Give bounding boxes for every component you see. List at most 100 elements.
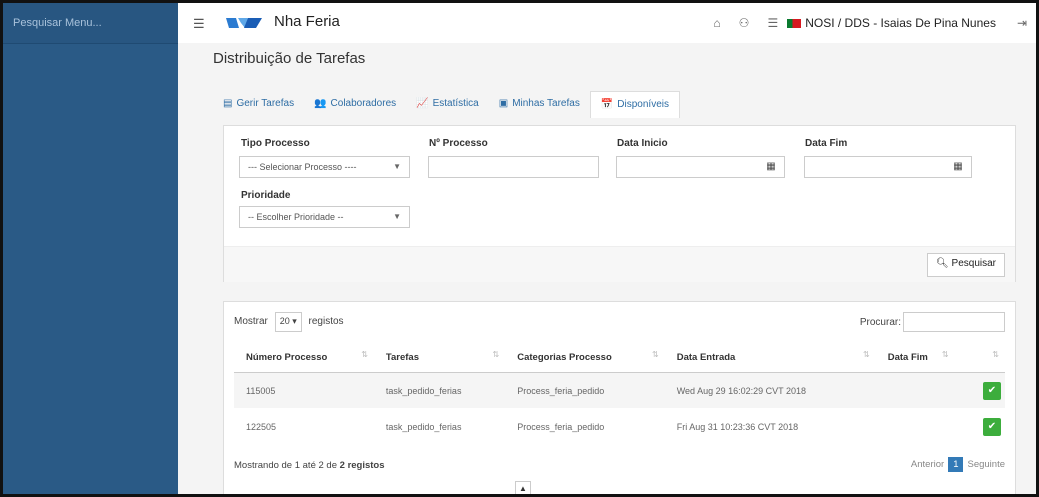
search-icon: 🔍︎ — [936, 258, 949, 269]
chart-icon: 📈 — [416, 98, 429, 109]
pagination: Anterior 1 Seguinte — [911, 457, 1005, 472]
header-label: Data Fim — [887, 351, 928, 363]
pager-prev[interactable]: Anterior — [911, 459, 944, 470]
search-button-label: Pesquisar — [951, 258, 996, 269]
col-numero-processo[interactable]: Número Processo ⇅ — [234, 342, 374, 373]
logout-icon[interactable]: ⇥ — [1017, 16, 1027, 30]
tab-disponiveis[interactable]: 📅 Disponíveis — [589, 91, 680, 118]
app-logo — [226, 18, 262, 28]
check-button[interactable]: ✔ — [983, 417, 1001, 436]
tasks-table: Número Processo ⇅ Tarefas ⇅ Categorias Pro… — [234, 342, 1005, 445]
cell-tarefa: task_pedido_ferias — [373, 408, 506, 445]
tipo-processo-value: --- Selecionar Processo ---- — [248, 162, 357, 172]
tab-colaboradores[interactable]: 👥 Colaboradores — [304, 91, 406, 117]
table-header-row: Número Processo ⇅ Tarefas ⇅ Categorias Pro… — [234, 342, 1005, 373]
col-tarefas[interactable]: Tarefas ⇅ — [373, 342, 506, 373]
flag-icon — [787, 18, 802, 28]
chevron-down-icon: ▼ — [393, 162, 401, 171]
tab-gerir-tarefas[interactable]: ▤ Gerir Tarefas — [213, 91, 304, 117]
cell-numero: 122505 — [234, 408, 374, 445]
list-icon[interactable]: ☰ — [767, 16, 778, 30]
sort-icon: ⇅ — [361, 350, 368, 359]
cell-entrada: Fri Aug 31 10:23:36 CVT 2018 — [664, 408, 876, 445]
home-icon[interactable]: ⌂ — [713, 16, 720, 30]
search-button[interactable]: 🔍︎ Pesquisar — [927, 253, 1005, 277]
sort-icon: ⇅ — [492, 350, 500, 359]
col-categorias[interactable]: Categorias Processo ⇅ — [505, 342, 665, 373]
filter-panel: Tipo Processo --- Selecionar Processo --… — [223, 125, 1016, 282]
tab-minhas-tarefas[interactable]: ▣ Minhas Tarefas — [489, 91, 590, 117]
pager-next[interactable]: Seguinte — [967, 459, 1005, 470]
results-panel: Mostrar 20 ▾ registos Procurar: Número P… — [223, 301, 1016, 494]
table-info: Mostrando de 1 até 2 de 2 registos — [234, 460, 385, 471]
cell-categoria: Process_feria_pedido — [505, 372, 665, 409]
table-info-prefix: Mostrando de 1 até 2 de — [234, 460, 337, 471]
table-search-input[interactable] — [903, 312, 1005, 332]
users-icon: 👥 — [314, 98, 327, 109]
table-search: Procurar: — [860, 312, 1005, 332]
data-inicio-input[interactable]: ▦ — [616, 156, 785, 178]
header-label: Número Processo — [246, 351, 328, 363]
cell-fim — [875, 408, 955, 445]
sort-icon: ⇅ — [863, 350, 870, 359]
pager-page-1[interactable]: 1 — [948, 457, 964, 472]
cell-action: ✔ — [954, 408, 1005, 445]
tabs: ▤ Gerir Tarefas 👥 Colaboradores 📈 Estatísti… — [213, 91, 680, 118]
page-title: Distribuição de Tarefas — [213, 50, 366, 67]
col-data-fim[interactable]: Data Fim ⇅ — [875, 342, 955, 373]
calendar-icon[interactable]: ▦ — [945, 157, 971, 177]
prioridade-select[interactable]: -- Escolher Prioridade -- ▼ — [239, 206, 410, 228]
header-label: Tarefas — [385, 351, 419, 363]
cell-fim — [875, 372, 955, 409]
data-inicio-label: Data Inicio — [617, 138, 668, 149]
show-label: Mostrar — [234, 316, 268, 327]
sort-icon: ⇅ — [941, 350, 949, 359]
num-processo-label: Nº Processo — [429, 138, 488, 149]
tab-label: Estatística — [432, 98, 479, 109]
top-navbar: ☰ Nha Feria ⌂ ⚇ ☰ NOSI / DDS - Isaias De… — [178, 3, 1036, 44]
scroll-top-button[interactable]: ▲ — [515, 481, 531, 494]
search-bar: 🔍︎ Pesquisar — [224, 246, 1015, 282]
user-menu[interactable]: NOSI / DDS - Isaias De Pina Nunes — [787, 16, 996, 30]
tab-label: Gerir Tarefas — [236, 98, 295, 109]
search-label: Procurar: — [859, 316, 901, 328]
col-actions[interactable]: ⇅ — [954, 342, 1005, 373]
cell-categoria: Process_feria_pedido — [505, 408, 665, 445]
calendar-icon[interactable]: ▦ — [758, 157, 784, 177]
tipo-processo-label: Tipo Processo — [241, 138, 310, 149]
sidebar: Pesquisar Menu... — [3, 3, 178, 494]
calendar-icon: 📅 — [600, 99, 614, 110]
col-data-entrada[interactable]: Data Entrada ⇅ — [664, 342, 876, 373]
top-icons: ⌂ ⚇ ☰ NOSI / DDS - Isaias De Pina Nunes … — [704, 3, 1036, 43]
cell-numero: 115005 — [234, 372, 374, 409]
hamburger-menu-icon[interactable]: ☰ — [193, 16, 205, 32]
header-label: Categorias Processo — [517, 351, 612, 363]
header-label: Data Entrada — [676, 351, 736, 363]
tab-label: Colaboradores — [330, 98, 397, 109]
table-info-total: 2 registos — [339, 460, 385, 471]
sitemap-icon[interactable]: ⚇ — [739, 16, 750, 30]
tab-estatistica[interactable]: 📈 Estatística — [406, 91, 489, 117]
table-row[interactable]: 122505 task_pedido_ferias Process_feria_… — [234, 408, 1005, 445]
table-row[interactable]: 115005 task_pedido_ferias Process_feria_… — [234, 372, 1005, 409]
tasks-icon: ▤ — [223, 98, 233, 109]
sort-icon: ⇅ — [652, 350, 659, 359]
cell-tarefa: task_pedido_ferias — [373, 372, 506, 409]
data-fim-label: Data Fim — [805, 138, 848, 149]
data-fim-input[interactable]: ▦ — [804, 156, 972, 178]
cell-entrada: Wed Aug 29 16:02:29 CVT 2018 — [664, 372, 876, 409]
page-size-select[interactable]: 20 ▾ — [274, 312, 302, 332]
records-label: registos — [308, 316, 344, 327]
id-card-icon: ▣ — [498, 98, 509, 109]
menu-search-input[interactable]: Pesquisar Menu... — [3, 3, 178, 44]
table-controls: Mostrar 20 ▾ registos Procurar: — [234, 312, 1005, 336]
chevron-up-icon: ▲ — [519, 484, 527, 493]
page-size-value: 20 — [279, 316, 290, 326]
num-processo-input[interactable] — [428, 156, 599, 178]
window-frame: Pesquisar Menu... ☰ Nha Feria ⌂ ⚇ ☰ NOSI… — [0, 0, 1039, 497]
app-title[interactable]: Nha Feria — [274, 13, 340, 30]
tab-label: Minhas Tarefas — [512, 98, 580, 109]
check-button[interactable]: ✔ — [983, 381, 1001, 400]
sort-icon: ⇅ — [992, 350, 999, 359]
tipo-processo-select[interactable]: --- Selecionar Processo ---- ▼ — [239, 156, 410, 178]
